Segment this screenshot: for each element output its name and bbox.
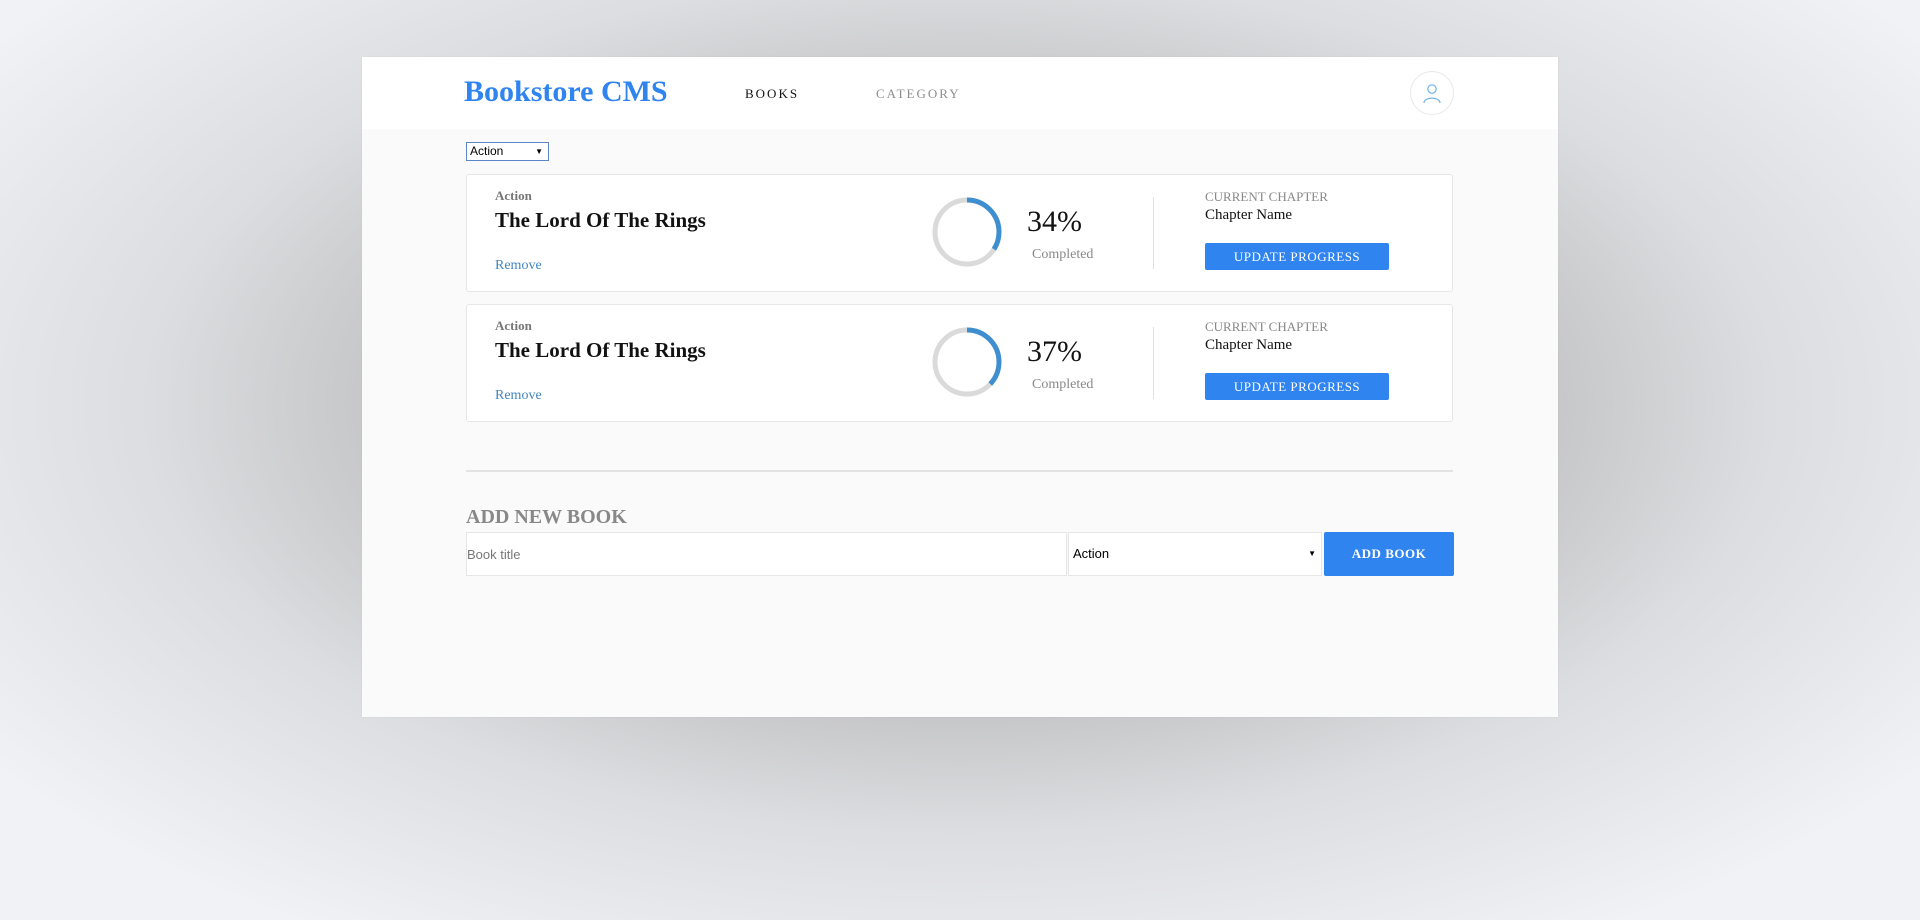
update-progress-button[interactable]: UPDATE PROGRESS — [1205, 243, 1389, 270]
avatar-button[interactable] — [1410, 71, 1454, 115]
book-title: The Lord Of The Rings — [495, 338, 706, 362]
remove-button[interactable]: Remove — [495, 258, 542, 274]
progress-percent: 34% — [1027, 205, 1082, 238]
book-card: Action The Lord Of The Rings Remove 37% … — [466, 304, 1453, 422]
progress-percent: 37% — [1027, 335, 1082, 368]
completed-label: Completed — [1032, 247, 1094, 262]
current-chapter-label: CURRENT CHAPTER — [1205, 189, 1328, 204]
update-progress-button[interactable]: UPDATE PROGRESS — [1205, 373, 1389, 400]
nav-books-link[interactable]: BOOKS — [745, 86, 799, 102]
category-filter-select[interactable]: Action ▼ — [466, 142, 549, 161]
remove-button[interactable]: Remove — [495, 388, 542, 404]
book-title: The Lord Of The Rings — [495, 208, 706, 232]
chevron-down-icon: ▼ — [535, 147, 543, 156]
chevron-down-icon: ▼ — [1308, 549, 1316, 558]
bookstore-app: Bookstore CMS BOOKS CATEGORY Action ▼ Ac… — [362, 57, 1558, 717]
chapter-name: Chapter Name — [1205, 337, 1293, 353]
section-divider — [466, 470, 1453, 472]
category-filter-value: Action — [470, 144, 504, 158]
progress-ring — [932, 197, 1002, 267]
book-title-input[interactable] — [466, 532, 1067, 576]
divider — [1153, 327, 1154, 399]
divider — [1153, 197, 1154, 269]
add-book-heading: ADD NEW BOOK — [466, 506, 627, 528]
book-card: Action The Lord Of The Rings Remove 34% … — [466, 174, 1453, 292]
current-chapter-label: CURRENT CHAPTER — [1205, 319, 1328, 334]
book-category-select[interactable]: Action ▼ — [1068, 532, 1322, 576]
completed-label: Completed — [1032, 377, 1094, 392]
book-category: Action — [495, 188, 532, 203]
app-logo[interactable]: Bookstore CMS — [464, 75, 668, 109]
header: Bookstore CMS BOOKS CATEGORY — [362, 57, 1558, 129]
add-book-button[interactable]: ADD BOOK — [1324, 532, 1454, 576]
book-category: Action — [495, 318, 532, 333]
user-icon — [1423, 84, 1441, 104]
book-category-value: Action — [1073, 546, 1110, 561]
chapter-name: Chapter Name — [1205, 207, 1293, 223]
progress-ring — [932, 327, 1002, 397]
nav-category-link[interactable]: CATEGORY — [876, 86, 961, 102]
